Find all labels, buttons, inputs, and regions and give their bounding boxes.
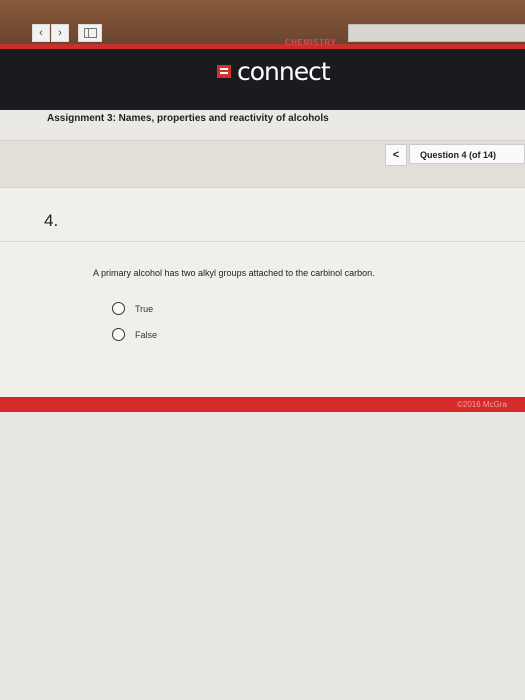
chevron-left-icon: ‹ xyxy=(39,26,43,39)
radio-button[interactable] xyxy=(112,302,125,315)
assignment-title: Assignment 3: Names, properties and reac… xyxy=(47,113,329,124)
sidebar-toggle-button[interactable] xyxy=(78,24,102,42)
previous-question-button[interactable]: < xyxy=(385,144,407,166)
radio-button[interactable] xyxy=(112,328,125,341)
sidebar-toggle-icon xyxy=(84,28,97,38)
chevron-right-icon: › xyxy=(58,26,62,39)
question-counter-dropdown[interactable]: Question 4 (of 14) xyxy=(409,144,525,164)
chevron-left-icon: < xyxy=(392,149,400,161)
question-text: A primary alcohol has two alkyl groups a… xyxy=(93,268,375,278)
option-label: False xyxy=(135,329,158,340)
brand-logo: connect xyxy=(217,57,331,86)
question-number: 4. xyxy=(44,211,59,230)
question-number-row xyxy=(0,187,525,242)
brand-header: connect xyxy=(0,44,525,115)
back-button[interactable]: ‹ xyxy=(32,24,50,42)
option-label: True xyxy=(135,303,154,314)
footer-bar xyxy=(0,397,525,412)
logo-mark-icon xyxy=(217,65,231,78)
brand-name: connect xyxy=(237,57,331,86)
address-bar[interactable] xyxy=(348,24,525,42)
forward-button[interactable]: › xyxy=(51,24,69,42)
answer-option-true[interactable]: True xyxy=(112,302,153,315)
page-background xyxy=(0,412,525,700)
brand-subtitle: CHEMISTRY xyxy=(285,38,337,47)
answer-option-false[interactable]: False xyxy=(112,328,157,341)
copyright-text: ©2016 McGra xyxy=(457,400,507,409)
browser-nav-buttons: ‹ › xyxy=(32,24,70,42)
